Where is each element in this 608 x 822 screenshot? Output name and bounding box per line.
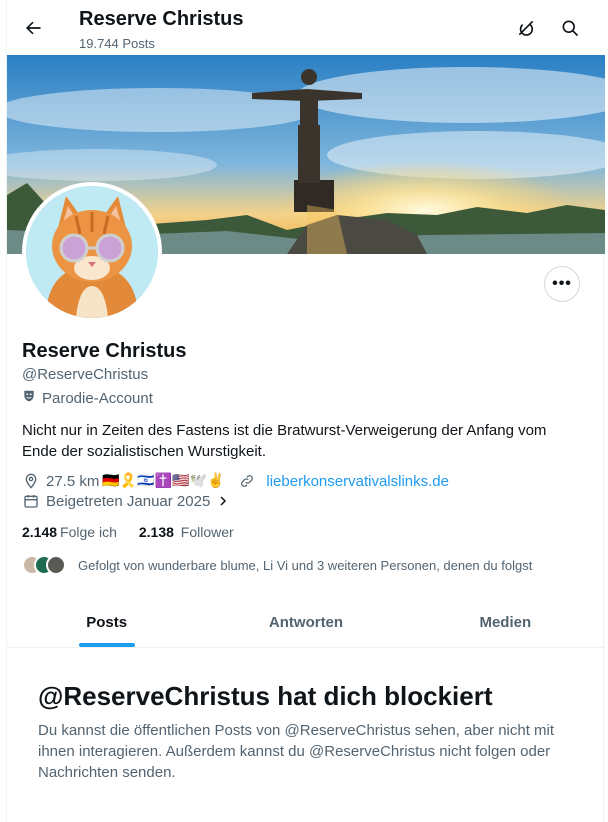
- calendar-icon: [22, 492, 40, 510]
- tab-posts[interactable]: Posts: [7, 598, 206, 647]
- follower-avatar: [46, 555, 66, 575]
- search-icon[interactable]: [556, 14, 584, 42]
- active-tab-indicator: [78, 643, 135, 647]
- followers-label: Follower: [180, 524, 234, 540]
- tab-label: Medien: [479, 614, 532, 631]
- tab-label: Posts: [86, 614, 128, 631]
- following-link[interactable]: 2.148 Folge ich: [22, 524, 117, 540]
- profile-column: Reserve Christus 19.744 Posts ••• Reserv…: [6, 0, 605, 822]
- parody-label-text: Parodie-Account: [42, 389, 153, 407]
- followers-count: 2.138: [138, 524, 174, 540]
- location-emojis: 🇩🇪🎗️🇮🇱✝️🇺🇸🕊️✌️: [102, 473, 225, 489]
- profile-bio: Nicht nur in Zeiten des Fastens ist die …: [22, 422, 547, 460]
- blocked-text: Du kannst die öffentlichen Posts von @Re…: [38, 722, 555, 781]
- following-label: Folge ich: [60, 524, 117, 540]
- chevron-right-icon[interactable]: [214, 492, 232, 510]
- followers-link[interactable]: 2.138 Follower: [139, 524, 234, 540]
- grok-icon[interactable]: [512, 14, 540, 42]
- header-title: Reserve Christus: [79, 8, 244, 30]
- profile-name: Reserve Christus: [22, 340, 187, 362]
- avatar[interactable]: [22, 182, 162, 322]
- profile-tabs: Posts Antworten Medien: [7, 598, 605, 648]
- parody-label: Parodie-Account: [22, 389, 153, 407]
- profile-handle: @ReserveChristus: [22, 366, 149, 383]
- followed-by[interactable]: Gefolgt von wunderbare blume, Li Vi und …: [22, 555, 532, 575]
- tab-medien[interactable]: Medien: [406, 598, 605, 647]
- blocked-title: @ReserveChristus hat dich blockiert: [38, 681, 493, 711]
- joined-text: Beigetreten Januar 2025: [46, 492, 211, 510]
- back-arrow-icon[interactable]: [19, 14, 47, 42]
- tab-antworten[interactable]: Antworten: [206, 598, 405, 647]
- parody-mask-icon: [22, 389, 36, 407]
- tab-label: Antworten: [268, 614, 344, 631]
- following-count: 2.148: [22, 524, 58, 540]
- posts-count: 19.744 Posts: [79, 36, 155, 51]
- link-icon: [238, 472, 256, 490]
- more-icon: •••: [552, 275, 572, 292]
- website-link[interactable]: lieberkonservativalslinks.de: [266, 473, 449, 490]
- follow-counts: 2.148 Folge ich 2.138 Follower: [22, 524, 234, 540]
- more-options-button[interactable]: •••: [544, 266, 580, 302]
- followed-by-text: Gefolgt von wunderbare blume, Li Vi und …: [78, 557, 533, 573]
- top-bar: Reserve Christus 19.744 Posts: [7, 0, 605, 55]
- profile-meta-joined: Beigetreten Januar 2025: [22, 492, 238, 510]
- location-text: 27.5 km: [46, 472, 100, 490]
- profile-meta-location: 27.5 km 🇩🇪🎗️🇮🇱✝️🇺🇸🕊️✌️ lieberkonservativ…: [22, 472, 449, 490]
- location-pin-icon: [22, 472, 40, 490]
